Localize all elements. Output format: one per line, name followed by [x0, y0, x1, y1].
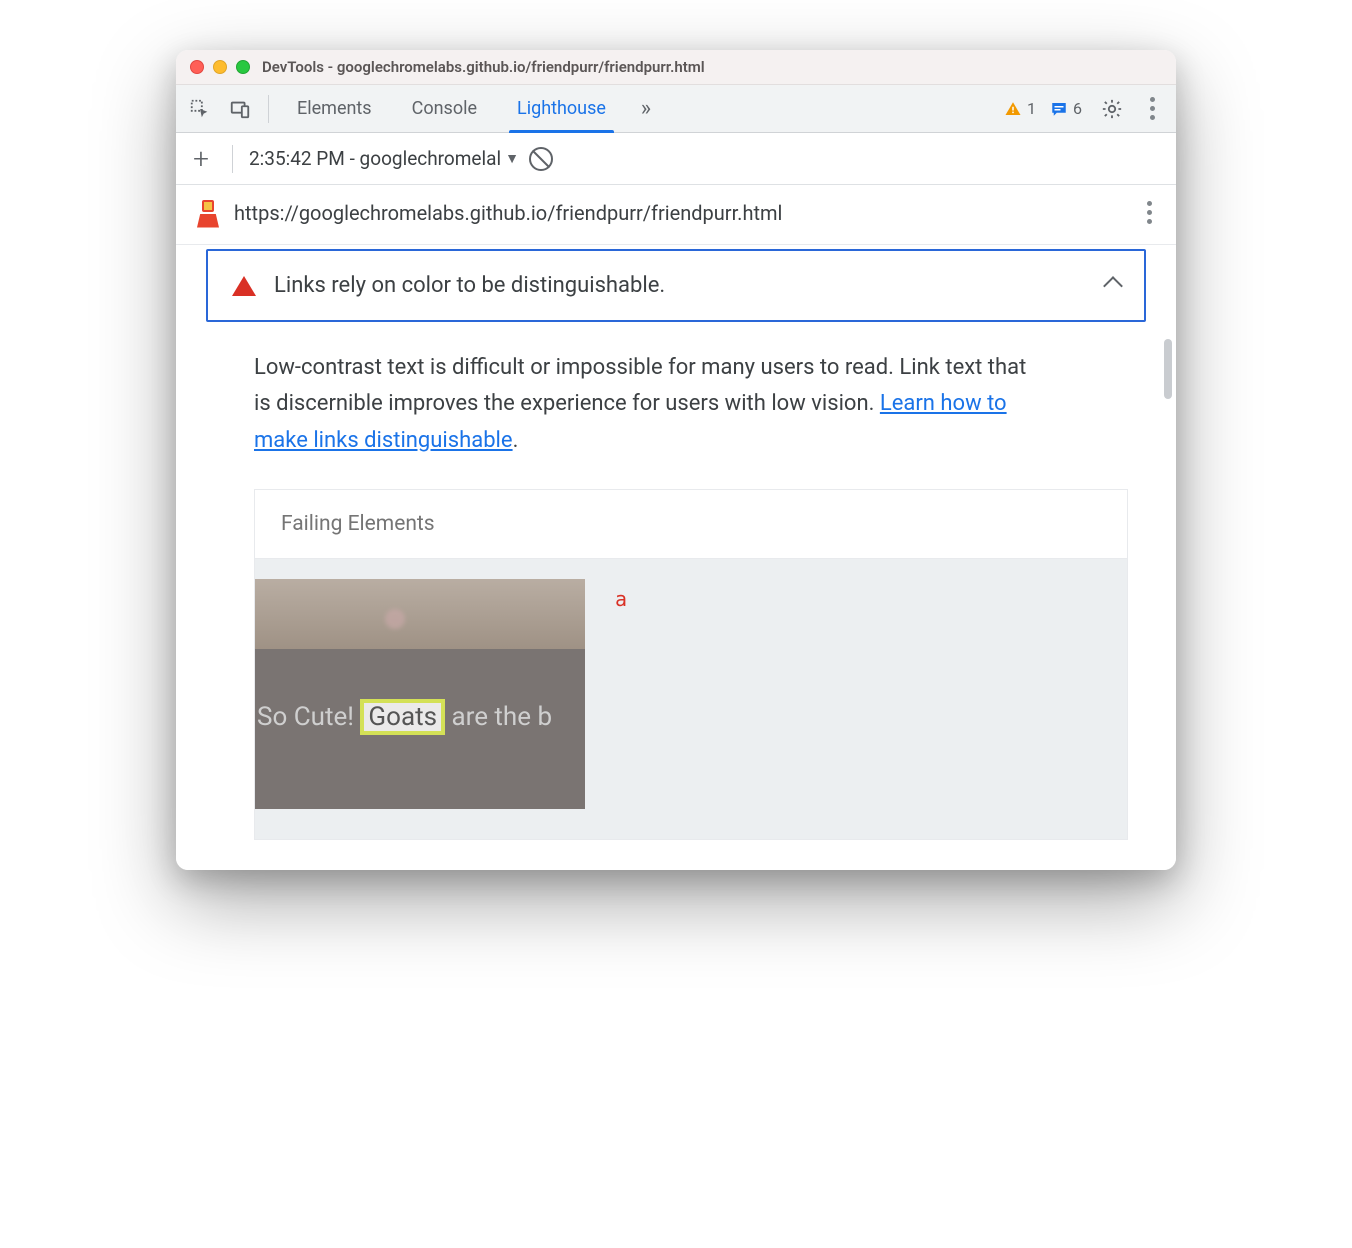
chevron-up-icon	[1103, 276, 1123, 296]
more-tabs-icon[interactable]: »	[628, 91, 664, 127]
report-content: Links rely on color to be distinguishabl…	[176, 249, 1176, 870]
report-selector[interactable]: 2:35:42 PM - googlechromelal ▼	[249, 147, 519, 170]
report-menu-icon[interactable]	[1141, 195, 1158, 230]
report-url: https://googlechromelabs.github.io/frien…	[234, 201, 1129, 225]
messages-count-value: 6	[1073, 99, 1082, 118]
warnings-count[interactable]: 1	[1004, 99, 1036, 118]
device-toolbar-icon[interactable]	[222, 91, 258, 127]
lighthouse-toolbar: + 2:35:42 PM - googlechromelal ▼	[176, 133, 1176, 185]
close-window-button[interactable]	[190, 60, 204, 74]
failing-elements-table: Failing Elements So Cute! Goats are the …	[254, 489, 1128, 840]
report-url-row: https://googlechromelabs.github.io/frien…	[176, 185, 1176, 245]
tab-elements[interactable]: Elements	[279, 85, 390, 133]
inspect-element-icon[interactable]	[182, 91, 218, 127]
new-report-button[interactable]: +	[186, 142, 216, 175]
tab-console[interactable]: Console	[394, 85, 495, 133]
message-icon	[1050, 100, 1068, 118]
thumb-text-pre: So Cute!	[257, 702, 360, 732]
more-options-icon[interactable]	[1134, 91, 1170, 127]
divider	[268, 95, 269, 123]
warnings-count-value: 1	[1027, 99, 1036, 118]
audit-description-suffix: .	[513, 428, 519, 453]
element-tag-name[interactable]: a	[615, 579, 627, 809]
clear-report-icon[interactable]	[529, 147, 553, 171]
maximize-window-button[interactable]	[236, 60, 250, 74]
minimize-window-button[interactable]	[213, 60, 227, 74]
report-selector-label: 2:35:42 PM - googlechromelal	[249, 147, 501, 170]
devtools-tabstrip: Elements Console Lighthouse » 1 6	[176, 85, 1176, 133]
issue-counters[interactable]: 1 6	[996, 99, 1090, 118]
devtools-window: DevTools - googlechromelabs.github.io/fr…	[176, 50, 1176, 870]
failing-elements-body: So Cute! Goats are the b a	[255, 559, 1127, 839]
audit-description: Low-contrast text is difficult or imposs…	[206, 322, 1066, 469]
traffic-lights	[190, 60, 250, 74]
thumb-text-post: are the b	[445, 702, 552, 732]
divider	[232, 145, 233, 173]
fail-icon	[232, 276, 256, 296]
messages-count[interactable]: 6	[1050, 99, 1082, 118]
thumb-highlighted-link: Goats	[360, 699, 445, 736]
element-screenshot-thumb[interactable]: So Cute! Goats are the b	[255, 579, 585, 809]
tab-lighthouse[interactable]: Lighthouse	[499, 85, 624, 133]
audit-link-color-distinguishable[interactable]: Links rely on color to be distinguishabl…	[206, 249, 1146, 322]
audit-title: Links rely on color to be distinguishabl…	[274, 273, 1088, 298]
scrollbar-thumb[interactable]	[1164, 339, 1172, 399]
settings-icon[interactable]	[1094, 91, 1130, 127]
failing-elements-header: Failing Elements	[255, 490, 1127, 559]
warning-icon	[1004, 100, 1022, 118]
macos-titlebar: DevTools - googlechromelabs.github.io/fr…	[176, 50, 1176, 85]
chevron-down-icon: ▼	[505, 150, 519, 167]
window-title: DevTools - googlechromelabs.github.io/fr…	[262, 58, 705, 76]
lighthouse-logo-icon	[194, 198, 222, 228]
